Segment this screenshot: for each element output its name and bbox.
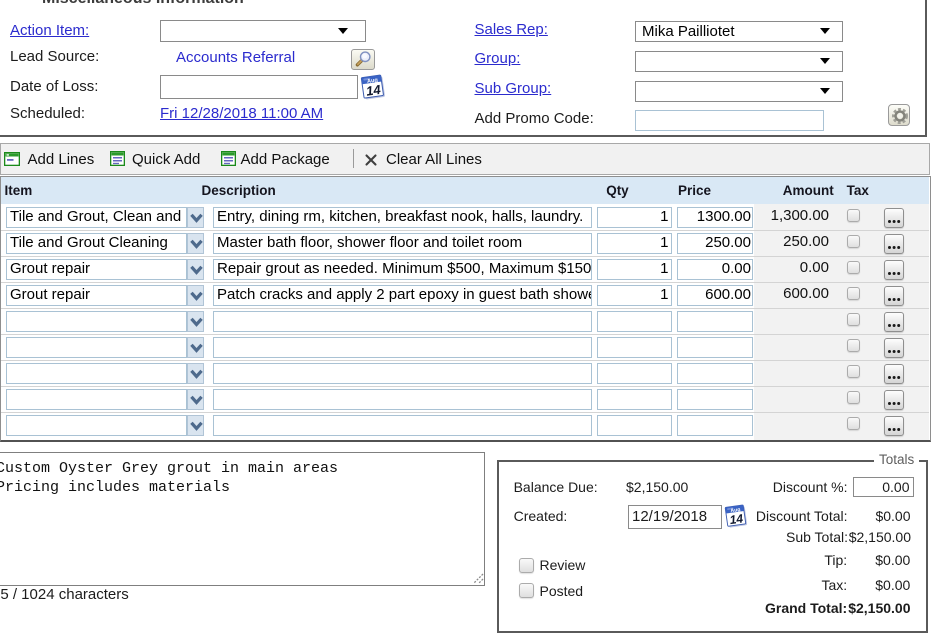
svg-text:14: 14 [365, 82, 382, 99]
